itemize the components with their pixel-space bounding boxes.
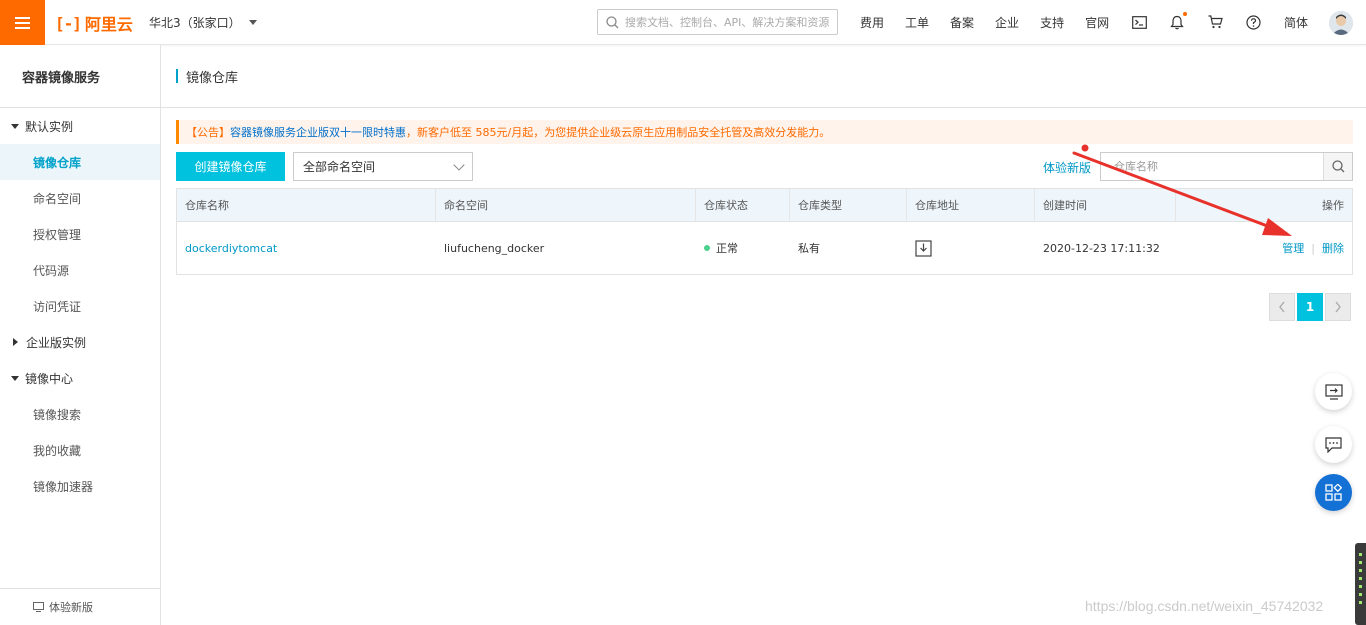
cart-icon[interactable] (1207, 14, 1223, 30)
global-search-input[interactable] (625, 15, 835, 29)
nav-fee[interactable]: 费用 (860, 14, 884, 31)
side-scroll-widget[interactable] (1355, 543, 1366, 625)
column-header-type: 仓库类型 (790, 189, 907, 221)
float-apps-button[interactable] (1315, 474, 1352, 511)
sidebar-group-default-instance[interactable]: 默认实例 (0, 108, 160, 144)
terminal-icon[interactable] (1131, 14, 1147, 30)
title-accent-bar (176, 69, 178, 83)
search-icon (1331, 160, 1344, 173)
sidebar-footer-label: 体验新版 (49, 601, 93, 614)
user-avatar[interactable] (1329, 11, 1353, 35)
next-page-button[interactable] (1325, 293, 1351, 321)
sidebar-group-label: 镜像中心 (25, 371, 74, 386)
sidebar-item-my-favorites[interactable]: 我的收藏 (0, 432, 160, 468)
prev-page-button[interactable] (1269, 293, 1295, 321)
repo-search-input[interactable] (1101, 153, 1323, 180)
column-header-name: 仓库名称 (177, 189, 436, 221)
repository-table: 仓库名称 命名空间 仓库状态 仓库类型 仓库地址 创建时间 操作 dockerd… (176, 188, 1353, 275)
sidebar: 容器镜像服务 默认实例 镜像仓库 命名空间 授权管理 代码源 访问凭证 企业版实… (0, 45, 161, 625)
created-value: 2020-12-23 17:11:32 (1043, 241, 1160, 255)
sidebar-item-image-search[interactable]: 镜像搜索 (0, 396, 160, 432)
region-selector[interactable]: 华北3（张家口） (149, 14, 257, 31)
status-dot-icon (704, 245, 710, 251)
sidebar-item-access-credentials[interactable]: 访问凭证 (0, 288, 160, 324)
namespace-select-value: 全部命名空间 (303, 160, 376, 174)
namespace-select[interactable]: 全部命名空间 (293, 152, 473, 181)
notice-text: ，新客户低至 585元/月起，为您提供企业级云原生应用制品安全托管及高效分发能力… (406, 126, 831, 139)
page-number-button[interactable]: 1 (1297, 293, 1323, 321)
nav-official-site[interactable]: 官网 (1085, 14, 1109, 31)
global-search[interactable] (597, 9, 838, 35)
chat-icon (1325, 436, 1342, 453)
sidebar-item-image-accelerator[interactable]: 镜像加速器 (0, 468, 160, 504)
help-icon[interactable] (1245, 14, 1261, 30)
sidebar-title: 容器镜像服务 (0, 45, 160, 108)
action-separator: | (1311, 241, 1315, 255)
column-header-created: 创建时间 (1035, 189, 1176, 221)
chevron-right-icon (1335, 301, 1341, 313)
repository-name-link[interactable]: dockerdiytomcat (185, 242, 277, 255)
menu-icon[interactable] (0, 0, 45, 45)
repo-search-button[interactable] (1323, 153, 1352, 180)
monitor-icon (33, 602, 44, 612)
apps-grid-icon (1325, 484, 1342, 501)
logo-text: 阿里云 (84, 15, 133, 34)
bell-icon[interactable] (1169, 12, 1187, 30)
nav-ticket[interactable]: 工单 (905, 14, 929, 31)
try-new-version-link[interactable]: 体验新版 (1043, 159, 1091, 176)
create-repository-button[interactable]: 创建镜像仓库 (176, 152, 285, 181)
sidebar-group-label: 企业版实例 (26, 335, 87, 350)
sidebar-item-code-source[interactable]: 代码源 (0, 252, 160, 288)
caret-down-icon (248, 20, 257, 25)
sidebar-group-image-center[interactable]: 镜像中心 (0, 360, 160, 396)
notification-badge (1183, 12, 1187, 16)
status-value: 正常 (716, 242, 738, 255)
collapsed-triangle-icon (13, 338, 18, 346)
column-header-actions: 操作 (1322, 199, 1344, 212)
type-value: 私有 (798, 242, 820, 255)
sidebar-group-enterprise-instance[interactable]: 企业版实例 (0, 324, 160, 360)
column-header-namespace: 命名空间 (436, 189, 696, 221)
download-address-icon[interactable] (915, 239, 932, 257)
delete-button[interactable]: 删除 (1322, 240, 1344, 256)
notice-prefix: 【公告】 (186, 126, 230, 139)
chevron-down-icon (453, 159, 465, 171)
namespace-value: liufucheng_docker (444, 241, 545, 255)
float-chat-button[interactable] (1315, 426, 1352, 463)
nav-enterprise[interactable]: 企业 (995, 14, 1019, 31)
column-header-status: 仓库状态 (696, 189, 790, 221)
notice-link[interactable]: 容器镜像服务企业版双十一限时特惠 (230, 124, 406, 140)
chevron-left-icon (1279, 301, 1285, 313)
nav-icp[interactable]: 备案 (950, 14, 974, 31)
nav-support[interactable]: 支持 (1040, 14, 1064, 31)
sidebar-item-namespaces[interactable]: 命名空间 (0, 180, 160, 216)
table-row: dockerdiytomcat liufucheng_docker 正常 私有 … (177, 222, 1352, 274)
sidebar-group-label: 默认实例 (25, 119, 74, 134)
sidebar-try-new-version[interactable]: 体验新版 (0, 588, 160, 625)
watermark: https://blog.csdn.net/weixin_45742032 (1085, 598, 1324, 614)
manage-button[interactable]: 管理 (1282, 240, 1304, 256)
top-nav: 费用 工单 备案 企业 支持 官网 (860, 14, 1130, 31)
region-label: 华北3（张家口） (149, 16, 241, 30)
column-header-address: 仓库地址 (907, 189, 1035, 221)
expanded-triangle-icon (11, 375, 19, 381)
switch-screen-icon (1324, 383, 1343, 400)
sidebar-item-authorization[interactable]: 授权管理 (0, 216, 160, 252)
expanded-triangle-icon (11, 123, 19, 129)
language-switch[interactable]: 简体 (1284, 14, 1308, 31)
sidebar-item-repositories[interactable]: 镜像仓库 (0, 144, 160, 180)
table-header: 仓库名称 命名空间 仓库状态 仓库类型 仓库地址 创建时间 操作 (177, 189, 1352, 222)
search-icon (606, 15, 619, 28)
float-switch-button[interactable] (1315, 373, 1352, 410)
announcement-banner: 【公告】 容器镜像服务企业版双十一限时特惠 ，新客户低至 585元/月起，为您提… (176, 120, 1353, 144)
page-title: 镜像仓库 (186, 70, 239, 86)
page-header: 镜像仓库 (161, 45, 1366, 108)
logo-mark-icon: [-] (55, 13, 82, 33)
repo-search (1100, 152, 1353, 181)
top-bar: [-] 阿里云 华北3（张家口） 费用 工单 备案 企业 支持 官网 简体 (0, 0, 1366, 45)
aliyun-logo[interactable]: [-] 阿里云 (55, 12, 133, 35)
pagination: 1 (1269, 293, 1351, 321)
